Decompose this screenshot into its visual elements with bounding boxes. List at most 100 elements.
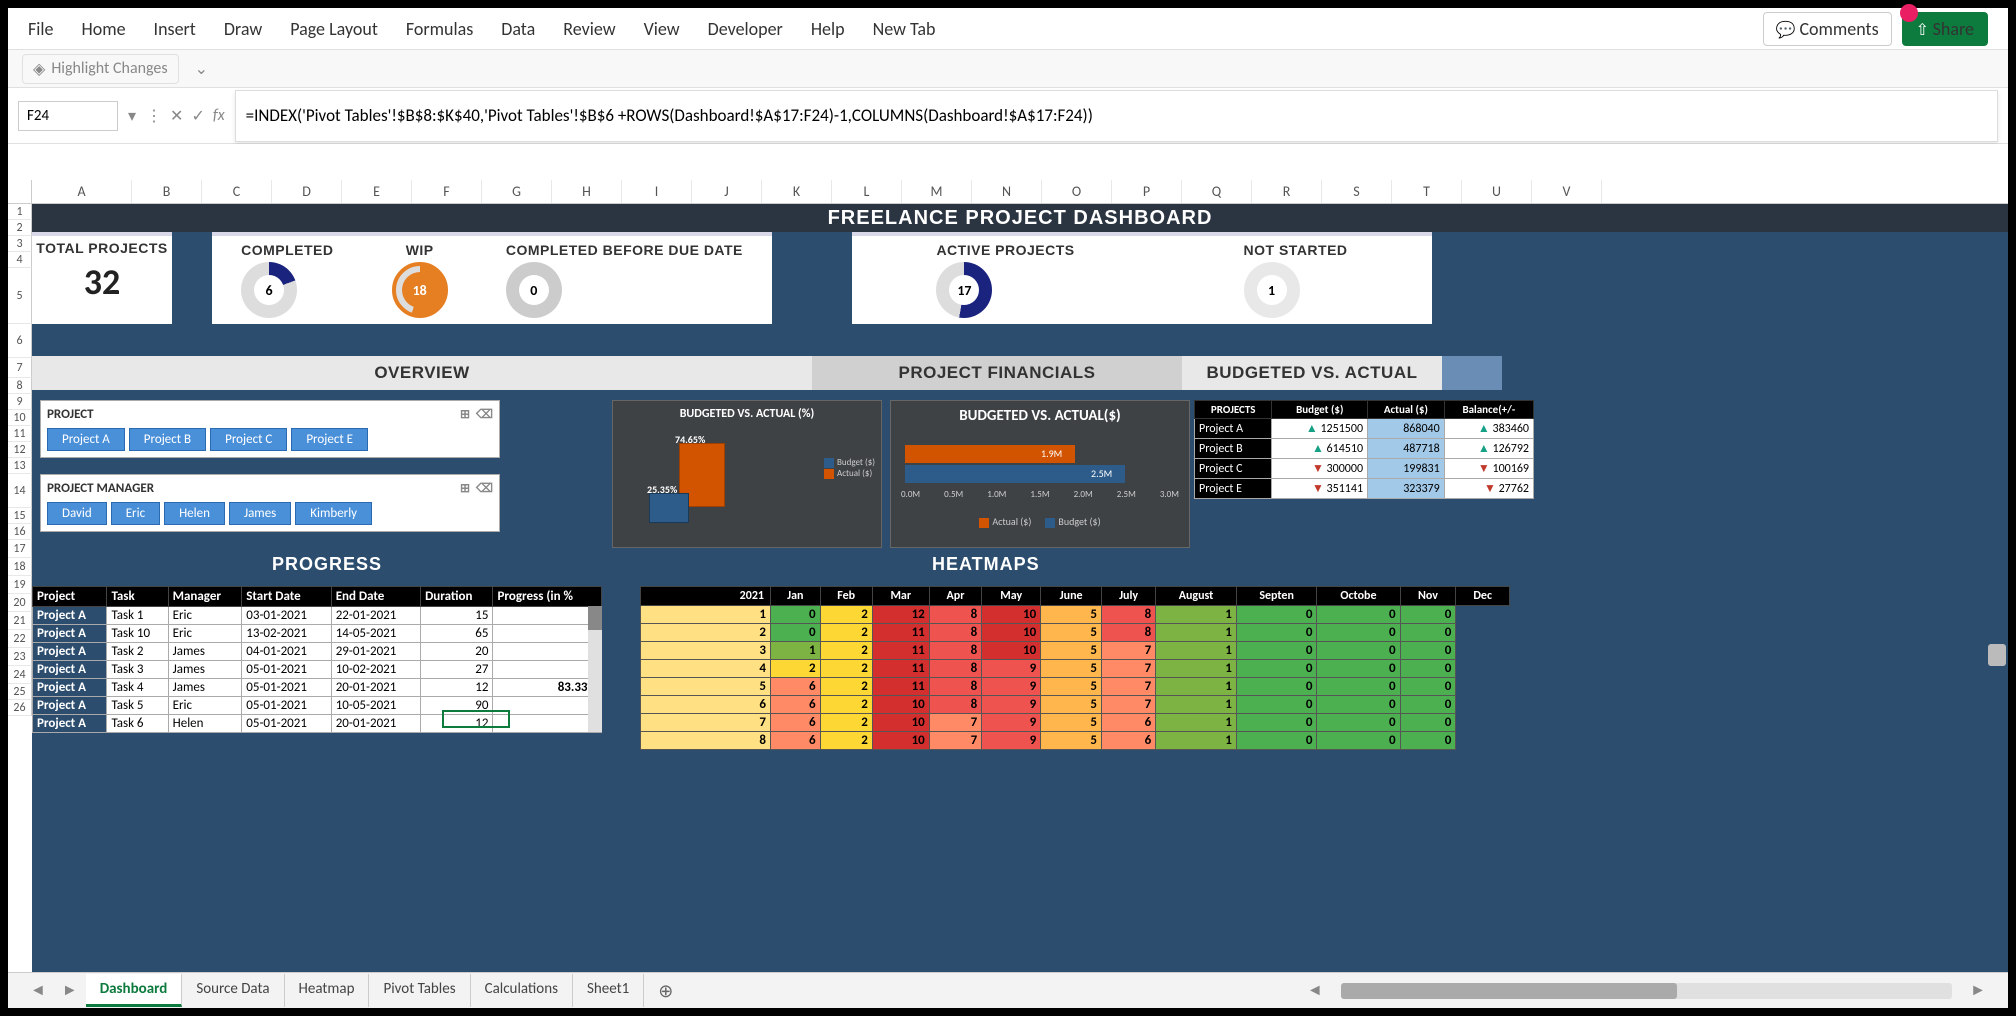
tab-overview[interactable]: OVERVIEW <box>32 356 812 390</box>
row-header[interactable]: 16 <box>8 524 32 540</box>
col-header[interactable]: C <box>202 180 272 203</box>
slicer-item[interactable]: Kimberly <box>295 502 372 525</box>
row-header[interactable]: 2 <box>8 220 32 236</box>
slicer-item[interactable]: Project B <box>129 428 206 451</box>
row-header[interactable]: 7 <box>8 358 32 378</box>
col-header[interactable]: S <box>1322 180 1392 203</box>
dropdown-icon[interactable]: ⌄ <box>195 59 208 79</box>
sheet-tab[interactable]: Pivot Tables <box>369 974 470 1007</box>
spreadsheet-grid[interactable]: ABCDEFGHIJKLMNOPQRSTUV 12345678910111213… <box>8 180 2008 972</box>
row-header[interactable]: 9 <box>8 394 32 410</box>
comments-button[interactable]: 💬 Comments <box>1763 12 1892 46</box>
slicer-item[interactable]: Project C <box>210 428 287 451</box>
row-header[interactable]: 19 <box>8 576 32 594</box>
col-header[interactable]: U <box>1462 180 1532 203</box>
row-header[interactable]: 25 <box>8 684 32 700</box>
col-header[interactable]: H <box>552 180 622 203</box>
row-header[interactable]: 14 <box>8 474 32 508</box>
tab-developer[interactable]: Developer <box>708 18 783 40</box>
multiselect-icon[interactable]: ⊞ <box>460 407 470 422</box>
col-header[interactable]: K <box>762 180 832 203</box>
row-header[interactable]: 1 <box>8 204 32 220</box>
row-header[interactable]: 23 <box>8 648 32 666</box>
col-header[interactable]: V <box>1532 180 1602 203</box>
row-header[interactable]: 3 <box>8 236 32 252</box>
formula-accept-icon[interactable]: ✓ <box>191 106 204 126</box>
tab-formulas[interactable]: Formulas <box>406 18 473 40</box>
row-header[interactable]: 15 <box>8 508 32 524</box>
col-header[interactable]: P <box>1112 180 1182 203</box>
nav-next-icon[interactable]: ► <box>54 981 86 1000</box>
tab-budgeted[interactable]: BUDGETED VS. ACTUAL <box>1182 356 1442 390</box>
multiselect-icon[interactable]: ⊞ <box>460 481 470 496</box>
col-header[interactable]: O <box>1042 180 1112 203</box>
row-header[interactable]: 13 <box>8 458 32 474</box>
sheet-tab[interactable]: Dashboard <box>86 974 183 1007</box>
row-header[interactable]: 20 <box>8 594 32 612</box>
tab-page-layout[interactable]: Page Layout <box>290 18 378 40</box>
formula-cancel-icon[interactable]: ✕ <box>170 106 183 126</box>
col-header[interactable]: D <box>272 180 342 203</box>
row-header[interactable]: 10 <box>8 410 32 426</box>
col-header[interactable]: M <box>902 180 972 203</box>
row-header[interactable]: 12 <box>8 442 32 458</box>
tab-file[interactable]: File <box>28 18 54 40</box>
chart-budget-dollar[interactable]: BUDGETED VS. ACTUAL($) 1.9M 2.5M 0.0M0.5… <box>890 400 1190 548</box>
worksheet-canvas[interactable]: FREELANCE PROJECT DASHBOARD TOTAL PROJEC… <box>32 204 2008 972</box>
col-header[interactable]: T <box>1392 180 1462 203</box>
tab-review[interactable]: Review <box>563 18 615 40</box>
highlight-changes-button[interactable]: ◈ Highlight Changes <box>22 54 179 84</box>
clear-filter-icon[interactable]: ⌫ <box>476 407 493 422</box>
row-header[interactable]: 11 <box>8 426 32 442</box>
row-header[interactable]: 26 <box>8 700 32 716</box>
vertical-scrollbar[interactable] <box>1988 644 2006 666</box>
sheet-tab[interactable]: Source Data <box>182 974 284 1007</box>
row-header[interactable]: 17 <box>8 540 32 558</box>
col-header[interactable]: F <box>412 180 482 203</box>
name-box[interactable] <box>18 101 118 131</box>
row-header[interactable]: 22 <box>8 630 32 648</box>
col-header[interactable]: N <box>972 180 1042 203</box>
chart-budget-pct[interactable]: BUDGETED VS. ACTUAL (%) 74.65% 25.35% Bu… <box>612 400 882 548</box>
col-header[interactable]: B <box>132 180 202 203</box>
slicer-item[interactable]: Project E <box>291 428 368 451</box>
row-header[interactable]: 8 <box>8 378 32 394</box>
sheet-tab[interactable]: Sheet1 <box>573 974 644 1007</box>
formula-input[interactable] <box>235 90 1998 142</box>
name-box-dropdown-icon[interactable]: ▾ <box>128 106 136 126</box>
row-header[interactable]: 18 <box>8 558 32 576</box>
tab-new-tab[interactable]: New Tab <box>873 18 936 40</box>
slicer-item[interactable]: James <box>229 502 291 525</box>
tab-draw[interactable]: Draw <box>224 18 262 40</box>
scroll-left-icon[interactable]: ◄ <box>1299 981 1331 1000</box>
col-header[interactable]: A <box>32 180 132 203</box>
col-header[interactable]: R <box>1252 180 1322 203</box>
tab-insert[interactable]: Insert <box>154 18 196 40</box>
col-header[interactable]: Q <box>1182 180 1252 203</box>
slicer-item[interactable]: Helen <box>164 502 225 525</box>
sheet-tab[interactable]: Calculations <box>471 974 573 1007</box>
horizontal-scrollbar[interactable] <box>1341 983 1953 999</box>
clear-filter-icon[interactable]: ⌫ <box>476 481 493 496</box>
sheet-tab[interactable]: Heatmap <box>285 974 370 1007</box>
tab-data[interactable]: Data <box>501 18 535 40</box>
row-header[interactable]: 4 <box>8 252 32 268</box>
col-header[interactable]: J <box>692 180 762 203</box>
tab-view[interactable]: View <box>644 18 680 40</box>
col-header[interactable]: L <box>832 180 902 203</box>
slicer-item[interactable]: Project A <box>47 428 125 451</box>
row-header[interactable]: 24 <box>8 666 32 684</box>
nav-prev-icon[interactable]: ◄ <box>22 981 54 1000</box>
scroll-right-icon[interactable]: ► <box>1962 981 1994 1000</box>
slicer-item[interactable]: David <box>47 502 107 525</box>
tab-home[interactable]: Home <box>82 18 126 40</box>
col-header[interactable]: I <box>622 180 692 203</box>
row-header[interactable]: 6 <box>8 324 32 358</box>
tab-financials[interactable]: PROJECT FINANCIALS <box>812 356 1182 390</box>
col-header[interactable]: E <box>342 180 412 203</box>
progress-scrollbar[interactable] <box>588 606 602 732</box>
row-header[interactable]: 5 <box>8 268 32 324</box>
tab-help[interactable]: Help <box>811 18 845 40</box>
row-header[interactable]: 21 <box>8 612 32 630</box>
slicer-manager[interactable]: PROJECT MANAGER ⊞⌫ DavidEricHelenJamesKi… <box>40 474 500 532</box>
